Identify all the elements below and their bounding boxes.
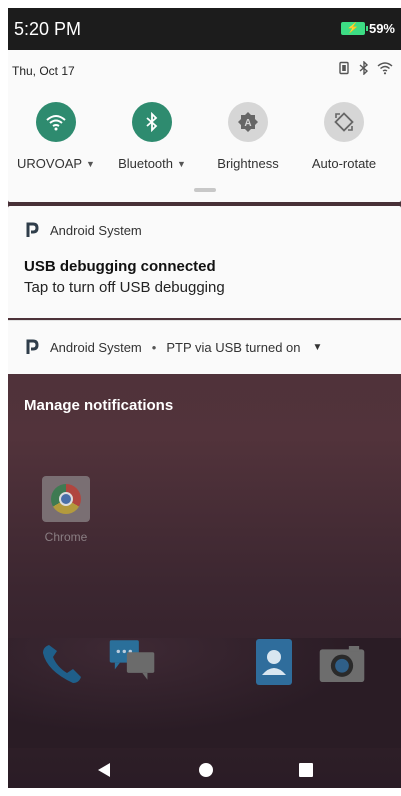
messages-icon [108,636,156,684]
svg-text:A: A [244,118,251,129]
drag-handle[interactable] [194,188,216,192]
notification-app-name: Android System [50,339,142,355]
app-label: Chrome [44,530,88,544]
notification-title: USB debugging connected [24,258,216,275]
chevron-down-icon: ▼ [177,158,186,169]
quick-settings-panel: Thu, Oct 17 UROVOAP ▼ Bluetooth ▼ A Brig… [8,50,401,202]
chrome-icon [42,476,90,522]
home-icon[interactable] [196,760,216,780]
qs-status-icons [337,61,393,75]
tile-auto-rotate-label[interactable]: Auto-rotate [312,156,376,171]
tile-brightness-label[interactable]: Brightness [217,156,278,171]
notification-usb-debugging[interactable]: Android System USB debugging connected T… [8,206,401,318]
home-dock [8,634,401,694]
status-bar: 5:20 PM ⚡ 59% [8,8,401,50]
manage-notifications-button[interactable]: Manage notifications [24,397,173,414]
tile-wifi[interactable]: UROVOAP ▼ [8,102,104,171]
auto-rotate-icon[interactable] [324,102,364,142]
chevron-down-icon: ▼ [86,158,95,169]
back-icon[interactable] [94,760,114,780]
wifi-icon [377,62,393,75]
notification-header: Android System [24,222,142,238]
chevron-down-icon[interactable]: ▼ [313,342,323,353]
notification-summary: PTP via USB turned on [166,339,301,355]
android-system-icon [26,222,39,237]
brightness-icon[interactable]: A [228,102,268,142]
tile-auto-rotate[interactable]: Auto-rotate [296,102,392,171]
notification-header: Android System • PTP via USB turned on ▼ [24,339,322,355]
battery-percent: 59% [368,21,395,36]
wifi-icon[interactable] [36,102,76,142]
tile-brightness[interactable]: A Brightness [200,102,296,171]
android-system-icon [26,339,39,354]
tile-bluetooth-label[interactable]: Bluetooth ▼ [118,156,186,171]
home-app-chrome: Chrome [42,476,90,544]
navigation-bar [8,752,401,788]
camera-icon [318,640,366,688]
battery-charging-icon: ⚡ [340,22,368,35]
battery-indicator: ⚡ 59% [340,21,395,36]
qs-tiles: UROVOAP ▼ Bluetooth ▼ A Brightness Auto-ro… [8,102,401,171]
notification-text: Tap to turn off USB debugging [24,279,225,296]
bluetooth-icon [359,61,369,75]
bluetooth-icon[interactable] [132,102,172,142]
tile-bluetooth[interactable]: Bluetooth ▼ [104,102,200,171]
separator-dot: • [151,339,157,355]
vibrate-icon [339,61,349,75]
contacts-icon [250,638,298,686]
phone-screen: 5:20 PM ⚡ 59% Thu, Oct 17 UROVOAP ▼ Blue… [8,8,401,788]
recents-icon[interactable] [296,760,316,780]
tile-wifi-label[interactable]: UROVOAP ▼ [17,156,95,171]
qs-date[interactable]: Thu, Oct 17 [12,64,75,78]
notification-app-name: Android System [50,222,142,238]
status-time: 5:20 PM [14,19,82,39]
phone-icon [38,640,86,688]
notification-ptp-usb[interactable]: Android System • PTP via USB turned on ▼ [8,320,401,374]
